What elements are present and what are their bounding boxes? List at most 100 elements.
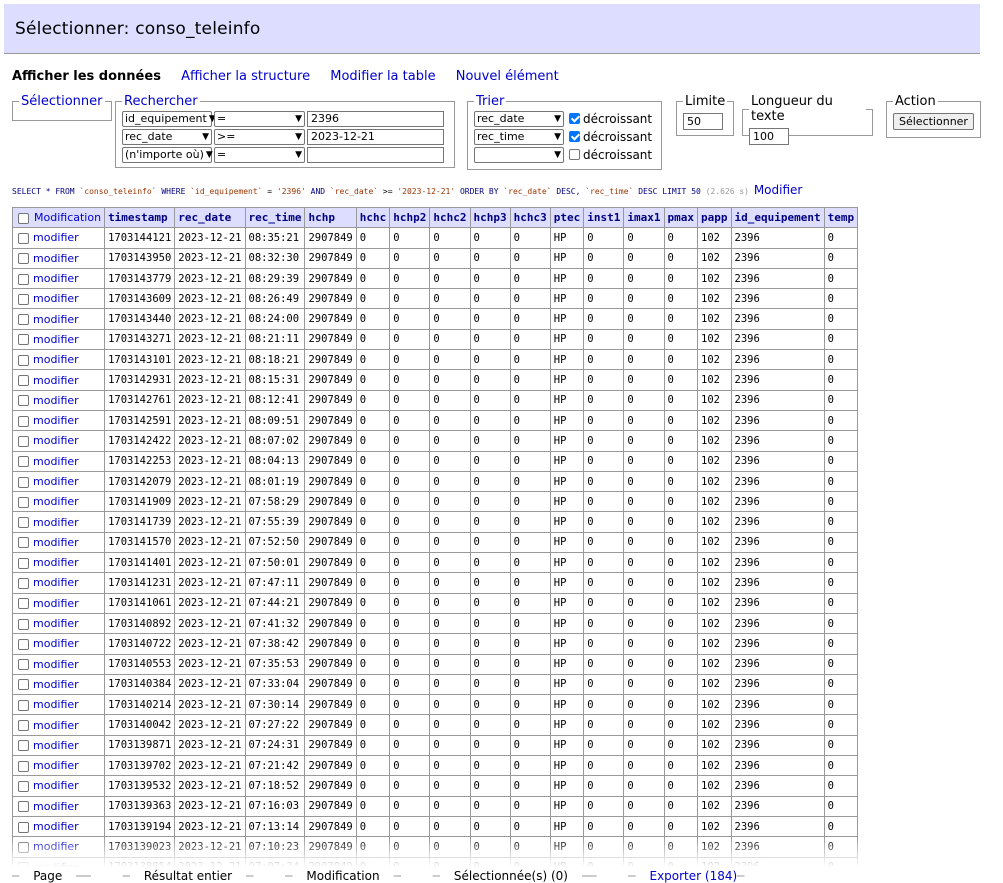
cell-imax1[interactable]: 0 <box>623 369 665 391</box>
cell-hchc[interactable]: 0 <box>355 673 391 696</box>
cell-hchc2[interactable]: 0 <box>429 531 471 554</box>
cell-temp[interactable]: 0 <box>823 227 859 249</box>
cell-hchc2[interactable]: 0 <box>429 673 471 696</box>
cell-rec-time[interactable]: 07:13:14 <box>244 815 306 838</box>
cell-hchp3[interactable]: 0 <box>469 653 511 675</box>
cell-hchp[interactable]: 2907849 <box>304 288 357 310</box>
cell-inst1[interactable]: 0 <box>583 511 625 533</box>
row-modify-link[interactable]: modifier <box>33 475 79 488</box>
cell-hchc3[interactable]: 0 <box>509 308 551 330</box>
cell-hchp2[interactable]: 0 <box>389 714 431 736</box>
cell-ptec[interactable]: HP <box>549 389 585 411</box>
cell-timestamp[interactable]: 1703140553 <box>104 653 176 675</box>
cell-hchp2[interactable]: 0 <box>389 389 431 411</box>
cell-hchp2[interactable]: 0 <box>389 511 431 533</box>
cell-imax1[interactable]: 0 <box>623 389 665 411</box>
row-modify-link[interactable]: modifier <box>33 455 79 468</box>
cell-hchc2[interactable]: 0 <box>429 227 471 249</box>
cell-id-equipement[interactable]: 2396 <box>730 592 825 614</box>
cell-timestamp[interactable]: 1703140042 <box>104 714 176 736</box>
cell-rec-date[interactable]: 2023-12-21 <box>174 552 246 574</box>
cell-timestamp[interactable]: 1703142422 <box>104 430 176 452</box>
cell-timestamp[interactable]: 1703141061 <box>104 592 176 614</box>
cell-temp[interactable]: 0 <box>823 714 859 736</box>
cell-temp[interactable]: 0 <box>823 633 859 655</box>
cell-timestamp[interactable]: 1703140722 <box>104 633 176 655</box>
cell-hchp2[interactable]: 0 <box>389 369 431 391</box>
row-checkbox[interactable] <box>18 354 29 366</box>
cell-papp[interactable]: 102 <box>697 430 732 452</box>
cell-hchc3[interactable]: 0 <box>509 470 551 493</box>
row-modify-link[interactable]: modifier <box>33 556 79 569</box>
cell-hchp[interactable]: 2907849 <box>304 612 357 635</box>
cell-pmax[interactable]: 0 <box>663 288 698 310</box>
cell-pmax[interactable]: 0 <box>663 491 698 513</box>
cell-hchp3[interactable]: 0 <box>469 430 511 452</box>
cell-imax1[interactable]: 0 <box>623 734 665 757</box>
row-checkbox[interactable] <box>18 314 29 326</box>
search-operator-select[interactable]: = ▼ <box>214 146 305 163</box>
cell-timestamp[interactable]: 1703143950 <box>104 247 176 269</box>
cell-rec-date[interactable]: 2023-12-21 <box>174 795 246 817</box>
search-operator-select[interactable]: >= ▼ <box>214 128 305 145</box>
cell-timestamp[interactable]: 1703141570 <box>104 531 176 554</box>
cell-hchp3[interactable]: 0 <box>469 734 511 757</box>
cell-hchp2[interactable]: 0 <box>389 552 431 574</box>
row-modify-link[interactable]: modifier <box>33 333 79 346</box>
cell-rec-time[interactable]: 08:26:49 <box>244 288 306 310</box>
cell-hchc[interactable]: 0 <box>355 267 391 290</box>
cell-inst1[interactable]: 0 <box>583 227 625 249</box>
row-modify-link[interactable]: modifier <box>33 231 79 244</box>
cell-hchp2[interactable]: 0 <box>389 755 431 777</box>
cell-papp[interactable]: 102 <box>697 288 732 310</box>
cell-hchp3[interactable]: 0 <box>469 409 511 432</box>
cell-hchp[interactable]: 2907849 <box>304 511 357 533</box>
column-header-papp[interactable]: papp <box>697 207 732 229</box>
cell-rec-time[interactable]: 08:24:00 <box>244 308 306 330</box>
cell-ptec[interactable]: HP <box>549 572 585 594</box>
cell-id-equipement[interactable]: 2396 <box>730 369 825 391</box>
cell-pmax[interactable]: 0 <box>663 247 698 269</box>
cell-hchc2[interactable]: 0 <box>429 470 471 493</box>
cell-hchc3[interactable]: 0 <box>509 775 551 797</box>
cell-hchc[interactable]: 0 <box>355 552 391 574</box>
row-modify-link[interactable]: modifier <box>33 820 79 833</box>
cell-rec-time[interactable]: 07:16:03 <box>244 795 306 817</box>
cell-hchc2[interactable]: 0 <box>429 450 471 472</box>
cell-id-equipement[interactable]: 2396 <box>730 511 825 533</box>
cell-timestamp[interactable]: 1703143271 <box>104 328 176 351</box>
cell-id-equipement[interactable]: 2396 <box>730 409 825 432</box>
cell-timestamp[interactable]: 1703139532 <box>104 775 176 797</box>
cell-pmax[interactable]: 0 <box>663 755 698 777</box>
row-modify-link[interactable]: modifier <box>33 800 79 813</box>
cell-hchc2[interactable]: 0 <box>429 308 471 330</box>
row-checkbox[interactable] <box>18 821 29 833</box>
cell-inst1[interactable]: 0 <box>583 734 625 757</box>
cell-hchc2[interactable]: 0 <box>429 612 471 635</box>
cell-hchp2[interactable]: 0 <box>389 815 431 838</box>
row-modify-link[interactable]: modifier <box>33 414 79 427</box>
cell-hchp[interactable]: 2907849 <box>304 795 357 817</box>
cell-id-equipement[interactable]: 2396 <box>730 247 825 269</box>
row-checkbox[interactable] <box>18 699 29 711</box>
cell-rec-date[interactable]: 2023-12-21 <box>174 430 246 452</box>
cell-hchc3[interactable]: 0 <box>509 572 551 594</box>
cell-hchc2[interactable]: 0 <box>429 349 471 371</box>
cell-timestamp[interactable]: 1703139871 <box>104 734 176 757</box>
cell-temp[interactable]: 0 <box>823 612 859 635</box>
cell-imax1[interactable]: 0 <box>623 612 665 635</box>
cell-inst1[interactable]: 0 <box>583 592 625 614</box>
cell-rec-date[interactable]: 2023-12-21 <box>174 815 246 838</box>
cell-rec-time[interactable]: 08:12:41 <box>244 389 306 411</box>
cell-hchc2[interactable]: 0 <box>429 795 471 817</box>
cell-hchc[interactable]: 0 <box>355 714 391 736</box>
cell-hchp[interactable]: 2907849 <box>304 491 357 513</box>
row-modify-link[interactable]: modifier <box>33 779 79 792</box>
cell-hchp[interactable]: 2907849 <box>304 531 357 554</box>
cell-rec-date[interactable]: 2023-12-21 <box>174 369 246 391</box>
cell-imax1[interactable]: 0 <box>623 552 665 574</box>
cell-id-equipement[interactable]: 2396 <box>730 470 825 493</box>
cell-imax1[interactable]: 0 <box>623 775 665 797</box>
cell-hchp[interactable]: 2907849 <box>304 673 357 696</box>
cell-hchc3[interactable]: 0 <box>509 430 551 452</box>
